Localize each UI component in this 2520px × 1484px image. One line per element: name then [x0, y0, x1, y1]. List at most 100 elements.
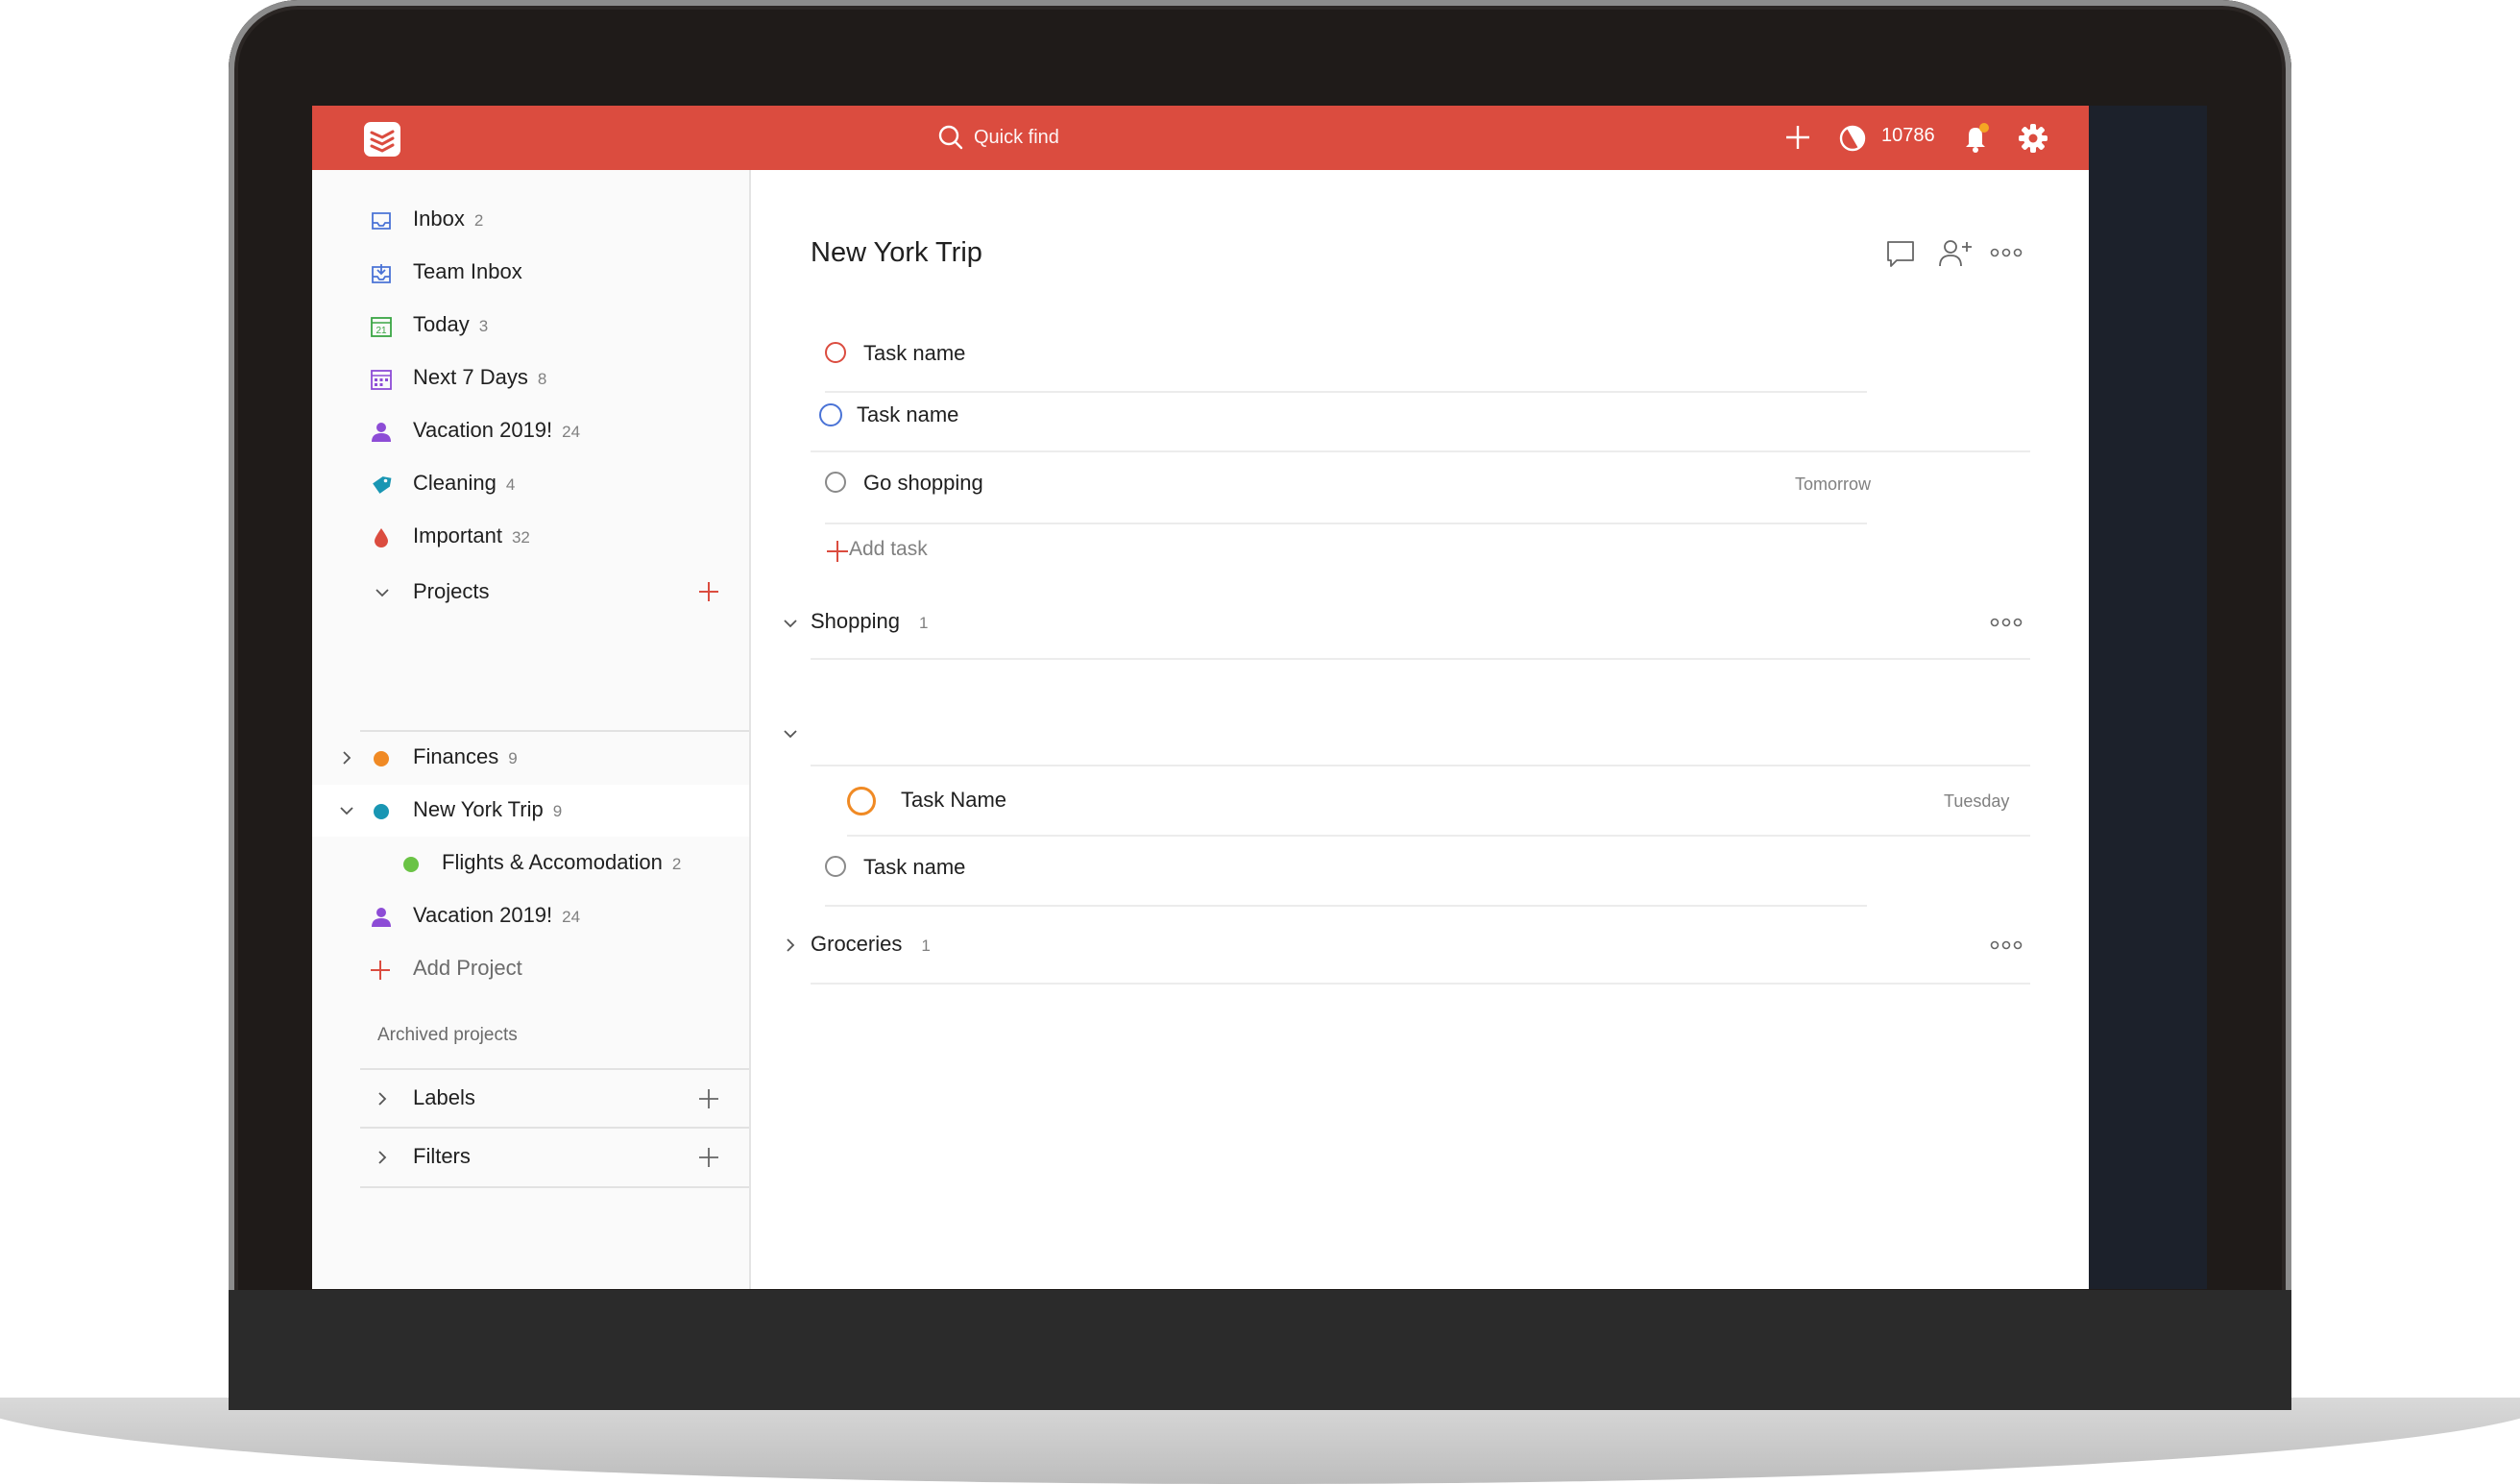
task-item[interactable]: Go shopping Tomorrow [811, 457, 1871, 511]
project-label: Flights & Accomodation [442, 850, 663, 874]
sidebar-item-important[interactable]: Important 32 [312, 511, 749, 563]
section-header-shopping[interactable]: Shopping 1 [780, 599, 2067, 645]
task-checkbox[interactable] [819, 403, 842, 426]
task-divider [847, 835, 2030, 837]
sidebar: Inbox 2 Team Inbox 21 Today 3 Next 7 Day… [312, 170, 751, 1289]
task-divider [825, 523, 1867, 524]
chevron-right-icon[interactable] [782, 937, 799, 954]
sidebar-divider [360, 1127, 749, 1129]
task-name: Go shopping [863, 471, 983, 495]
sidebar-item-label: Today [413, 312, 470, 336]
drop-icon [375, 528, 388, 547]
search-placeholder: Quick find [974, 126, 1059, 148]
section-header-groceries[interactable]: Groceries 1 [780, 922, 2067, 968]
tag-icon [373, 476, 392, 494]
add-icon[interactable] [1783, 123, 1812, 152]
task-name: Task name [863, 341, 966, 365]
sidebar-project-finances[interactable]: Finances 9 [312, 732, 749, 784]
sidebar-item-count: 3 [478, 317, 489, 335]
laptop-bezel [229, 1290, 2291, 1410]
sidebar-divider [360, 1068, 749, 1070]
project-color-dot [403, 857, 419, 872]
projects-header-label: Projects [413, 579, 490, 603]
task-checkbox[interactable] [847, 787, 876, 815]
filters-header[interactable]: Filters [312, 1131, 749, 1183]
chevron-right-icon [378, 1092, 387, 1106]
chevron-down-icon[interactable] [782, 725, 799, 742]
project-count: 9 [552, 802, 563, 820]
sidebar-project-vacation[interactable]: Vacation 2019! 24 [312, 890, 749, 942]
page-title: New York Trip [811, 237, 982, 268]
sidebar-item-count: 2 [473, 211, 484, 230]
add-project-label: Add Project [413, 956, 522, 980]
task-item[interactable]: Task Name Tuesday [847, 774, 2048, 828]
comment-icon[interactable] [1884, 237, 1917, 270]
sidebar-item-count: 24 [562, 423, 581, 441]
task-name: Task Name [901, 788, 1007, 812]
archived-projects-link[interactable]: Archived projects [377, 1025, 518, 1046]
more-options-icon[interactable] [1990, 936, 2023, 955]
sidebar-item-label: Team Inbox [413, 259, 522, 283]
sidebar-item-vacation[interactable]: Vacation 2019! 24 [312, 405, 749, 457]
add-user-icon[interactable] [1937, 237, 1974, 270]
task-due-date: Tomorrow [1795, 474, 1872, 494]
project-label: Finances [413, 744, 499, 768]
add-task-label: Add task [849, 538, 928, 560]
sidebar-project-new-york-trip[interactable]: New York Trip 9 [312, 785, 749, 837]
section-name: Shopping [811, 609, 900, 633]
chevron-right-icon [378, 1151, 387, 1164]
todoist-logo-icon[interactable] [364, 122, 400, 157]
task-divider [825, 905, 1867, 907]
task-checkbox[interactable] [825, 856, 846, 877]
labels-header-label: Labels [413, 1085, 475, 1109]
chevron-down-icon[interactable] [338, 802, 355, 819]
gear-icon[interactable] [2018, 123, 2048, 154]
sidebar-item-inbox[interactable]: Inbox 2 [312, 194, 749, 246]
chevron-right-icon[interactable] [338, 749, 355, 766]
main-content: New York Trip Task name Task name Go sho… [751, 170, 2089, 1289]
task-item[interactable]: Task name [811, 841, 1867, 895]
filters-header-label: Filters [413, 1144, 471, 1168]
sidebar-divider [360, 1186, 749, 1188]
section-divider [811, 765, 2030, 766]
add-project-plus-icon[interactable] [698, 581, 719, 602]
person-icon [372, 423, 391, 442]
section-name: Groceries [811, 932, 903, 956]
sidebar-item-label: Next 7 Days [413, 365, 528, 389]
sidebar-item-team-inbox[interactable]: Team Inbox [312, 247, 749, 299]
projects-header[interactable]: Projects [312, 567, 749, 619]
karma-count[interactable]: 10786 [1881, 125, 1935, 147]
chevron-down-icon [376, 589, 389, 597]
task-item[interactable]: Task name [811, 389, 2030, 443]
quick-find-search[interactable]: Quick find [937, 121, 1059, 154]
sidebar-item-cleaning[interactable]: Cleaning 4 [312, 458, 749, 510]
bell-icon[interactable] [1960, 121, 1993, 154]
sidebar-item-today[interactable]: 21 Today 3 [312, 300, 749, 352]
project-color-dot [374, 751, 389, 766]
svg-text:21: 21 [376, 326, 387, 336]
sidebar-item-next-7-days[interactable]: Next 7 Days 8 [312, 353, 749, 404]
task-item[interactable]: Task name [811, 328, 1867, 381]
chevron-down-icon[interactable] [782, 615, 799, 632]
sidebar-project-flights[interactable]: Flights & Accomodation 2 [312, 838, 749, 889]
project-label: New York Trip [413, 797, 544, 821]
add-label-plus-icon[interactable] [698, 1088, 719, 1109]
project-count: 24 [562, 908, 581, 926]
sidebar-item-label: Vacation 2019! [413, 418, 553, 442]
search-icon [938, 125, 963, 150]
labels-header[interactable]: Labels [312, 1073, 749, 1125]
top-bar: Quick find 10786 [312, 106, 2089, 170]
add-project-button[interactable]: Add Project [312, 943, 749, 995]
task-name: Task name [857, 402, 959, 426]
more-options-icon[interactable] [1990, 613, 2023, 632]
task-checkbox[interactable] [825, 342, 846, 363]
task-name: Task name [863, 855, 966, 879]
section-count: 1 [918, 614, 929, 632]
sidebar-item-label: Cleaning [413, 471, 497, 495]
calendar-week-icon [371, 370, 392, 390]
productivity-icon[interactable] [1838, 124, 1867, 153]
more-options-icon[interactable] [1990, 243, 2023, 262]
task-checkbox[interactable] [825, 472, 846, 493]
add-filter-plus-icon[interactable] [698, 1147, 719, 1168]
inbox-icon [372, 212, 391, 230]
